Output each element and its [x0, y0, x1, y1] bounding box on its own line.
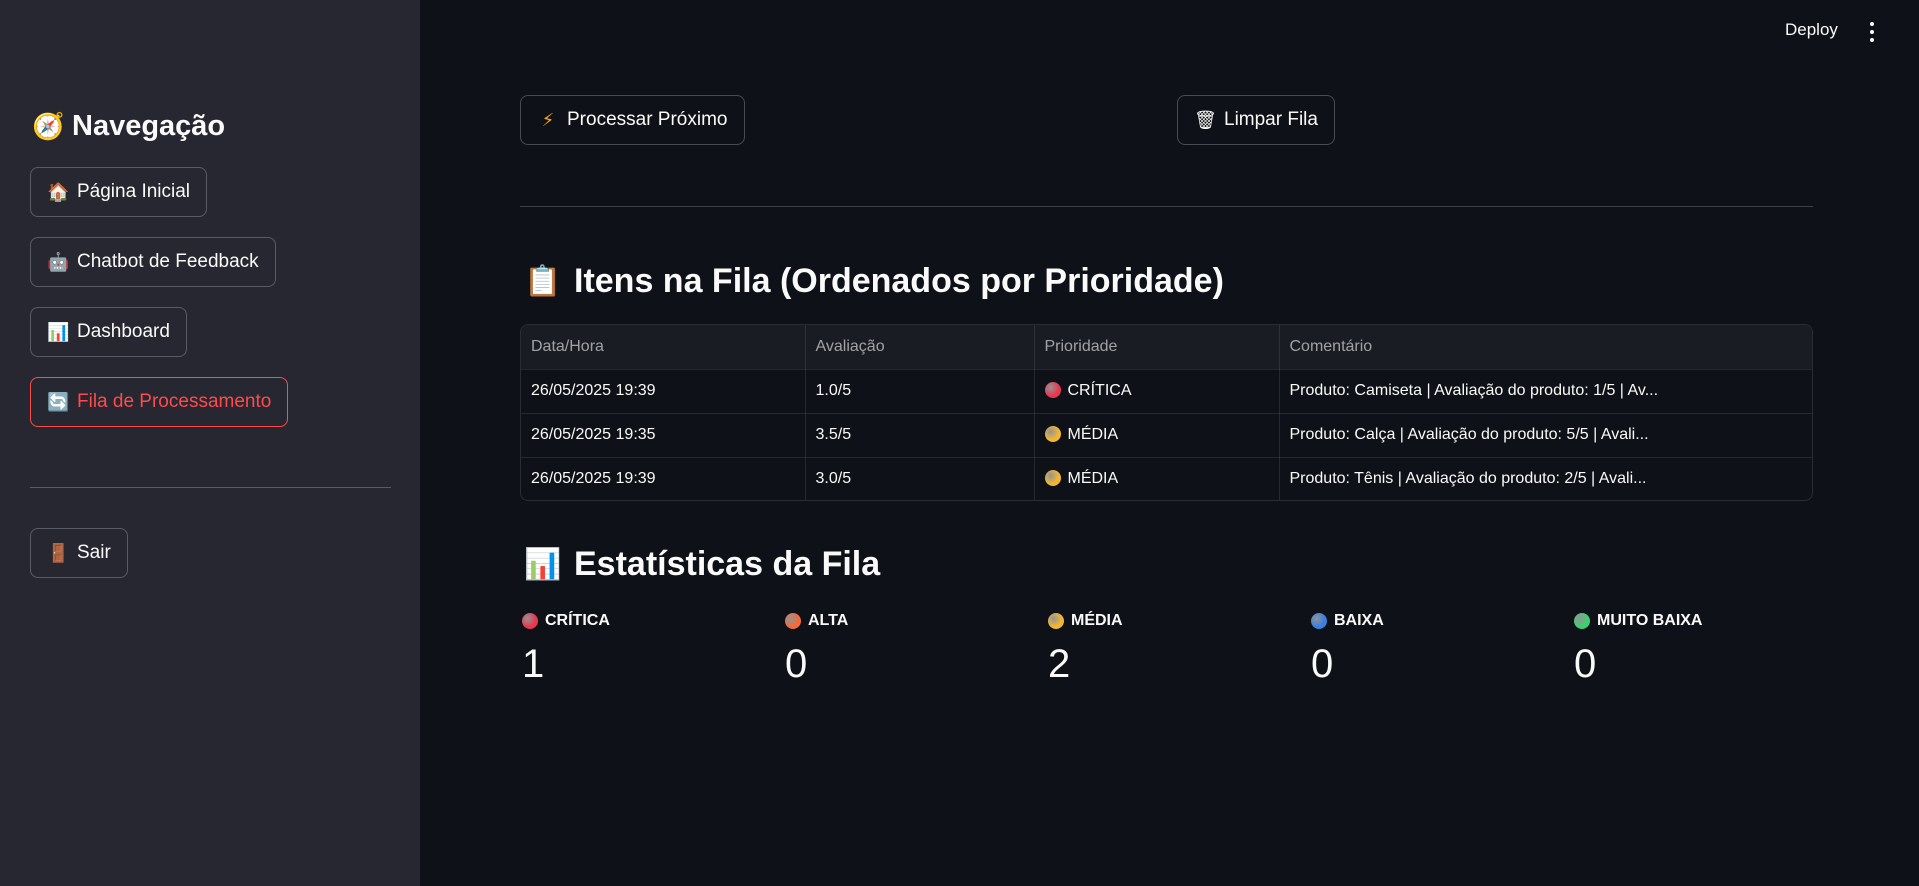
table-header-row: Data/Hora Avaliação Prioridade Comentári…	[521, 325, 1812, 370]
cell-datetime: 26/05/2025 19:35	[521, 413, 806, 458]
cell-priority: MÉDIA	[1034, 457, 1280, 500]
yellow-circle-icon	[1044, 470, 1061, 487]
stat-media: MÉDIA 2	[1048, 612, 1268, 687]
cell-priority: CRÍTICA	[1034, 369, 1280, 414]
sidebar-divider	[30, 487, 391, 488]
clear-queue-button[interactable]: 🗑 Limpar Fila	[1177, 95, 1335, 145]
robot-icon: 🤖	[47, 251, 70, 273]
blue-circle-icon	[1311, 613, 1327, 629]
cell-comment: Produto: Calça | Avaliação do produto: 5…	[1279, 413, 1812, 458]
yellow-circle-icon	[1048, 613, 1064, 629]
stat-label: CRÍTICA	[545, 612, 610, 629]
cell-datetime: 26/05/2025 19:39	[521, 457, 806, 500]
orange-circle-icon	[785, 613, 801, 629]
stat-label-row: BAIXA	[1311, 612, 1531, 630]
column-header[interactable]: Data/Hora	[521, 325, 806, 370]
sidebar-title: 🧭 Navegação	[32, 110, 225, 143]
cell-rating: 1.0/5	[805, 369, 1035, 414]
process-next-button[interactable]: ⚡ Processar Próximo	[520, 95, 745, 145]
stat-baixa: BAIXA 0	[1311, 612, 1531, 687]
priority-label: CRÍTICA	[1067, 382, 1132, 399]
sidebar-item-chatbot[interactable]: 🤖 Chatbot de Feedback	[30, 237, 276, 287]
sidebar-item-label: Dashboard	[77, 321, 170, 342]
stat-critica: CRÍTICA 1	[522, 612, 742, 687]
process-next-label: Processar Próximo	[567, 109, 728, 130]
stat-label: BAIXA	[1334, 612, 1384, 629]
sidebar: 🧭 Navegação 🏠 Página Inicial 🤖 Chatbot d…	[0, 0, 420, 886]
table-row[interactable]: 26/05/2025 19:39 1.0/5 CRÍTICA Produto: …	[521, 369, 1812, 414]
priority-label: MÉDIA	[1067, 426, 1119, 443]
cell-comment: Produto: Tênis | Avaliação do produto: 2…	[1289, 470, 1647, 488]
bar-chart-icon: 📊	[524, 547, 562, 582]
main-divider	[520, 206, 1813, 207]
sidebar-item-pagina-inicial[interactable]: 🏠 Página Inicial	[30, 167, 208, 217]
sidebar-title-label: Navegação	[72, 110, 226, 142]
column-header[interactable]: Prioridade	[1034, 325, 1280, 370]
red-circle-icon	[1044, 382, 1061, 398]
wastebasket-icon: 🗑	[1194, 109, 1217, 131]
cell-rating: 3.0/5	[805, 457, 1035, 500]
column-header[interactable]: Avaliação	[805, 325, 1035, 370]
sidebar-item-fila[interactable]: 🔄 Fila de Processamento	[30, 377, 289, 427]
cell-rating: 3.5/5	[805, 413, 1035, 458]
stat-label: ALTA	[808, 612, 849, 629]
stat-label-row: ALTA	[785, 612, 1005, 630]
home-icon: 🏠	[47, 181, 70, 203]
stat-label: MUITO BAIXA	[1597, 612, 1703, 629]
stats-title-label: Estatísticas da Fila	[574, 545, 881, 583]
stat-label-row: CRÍTICA	[522, 612, 742, 630]
stat-value: 0	[1574, 642, 1597, 686]
stat-label: MÉDIA	[1071, 612, 1123, 629]
cell-datetime: 26/05/2025 19:39	[521, 369, 806, 414]
queue-table[interactable]: Data/Hora Avaliação Prioridade Comentári…	[520, 324, 1813, 501]
cell-priority: MÉDIA	[1034, 413, 1280, 458]
stat-muito-baixa: MUITO BAIXA 0	[1574, 612, 1794, 687]
table-row[interactable]: 26/05/2025 19:35 3.5/5 MÉDIA Produto: Ca…	[521, 413, 1812, 458]
column-header[interactable]: Comentário	[1279, 325, 1812, 370]
stat-label-row: MUITO BAIXA	[1574, 612, 1794, 630]
logout-button[interactable]: 🚪 Sair	[30, 528, 128, 578]
refresh-icon: 🔄	[47, 391, 70, 413]
stat-value: 2	[1048, 642, 1071, 686]
red-circle-icon	[522, 613, 538, 629]
yellow-circle-icon	[1044, 426, 1061, 442]
deploy-button[interactable]: Deploy	[1785, 20, 1838, 40]
stat-label-row: MÉDIA	[1048, 612, 1268, 630]
stat-alta: ALTA 0	[785, 612, 1005, 687]
compass-icon: 🧭	[32, 111, 65, 142]
sidebar-item-dashboard[interactable]: 📊 Dashboard	[30, 307, 187, 357]
stat-value: 1	[522, 642, 545, 686]
stats-section-title: 📊 Estatísticas da Fila	[524, 545, 880, 584]
clear-queue-label: Limpar Fila	[1224, 109, 1318, 130]
clipboard-icon: 📋	[524, 264, 562, 299]
sidebar-item-label: Página Inicial	[77, 181, 191, 202]
stat-value: 0	[785, 642, 808, 686]
door-icon: 🚪	[47, 542, 70, 564]
queue-title-label: Itens na Fila (Ordenados por Prioridade)	[574, 262, 1224, 300]
table-row[interactable]: 26/05/2025 19:39 3.0/5 MÉDIA Produto: Tê…	[521, 457, 1812, 500]
cell-comment: Produto: Camiseta | Avaliação do produto…	[1279, 369, 1812, 414]
priority-label: MÉDIA	[1067, 470, 1119, 488]
queue-section-title: 📋 Itens na Fila (Ordenados por Prioridad…	[524, 262, 1224, 301]
sidebar-item-label: Fila de Processamento	[77, 391, 272, 412]
more-menu-icon[interactable]	[1862, 18, 1882, 46]
green-circle-icon	[1574, 613, 1590, 629]
logout-label: Sair	[77, 542, 111, 563]
sidebar-item-label: Chatbot de Feedback	[77, 251, 259, 272]
lightning-icon: ⚡	[541, 109, 555, 131]
bar-chart-icon: 📊	[47, 321, 70, 343]
stat-value: 0	[1311, 642, 1334, 686]
